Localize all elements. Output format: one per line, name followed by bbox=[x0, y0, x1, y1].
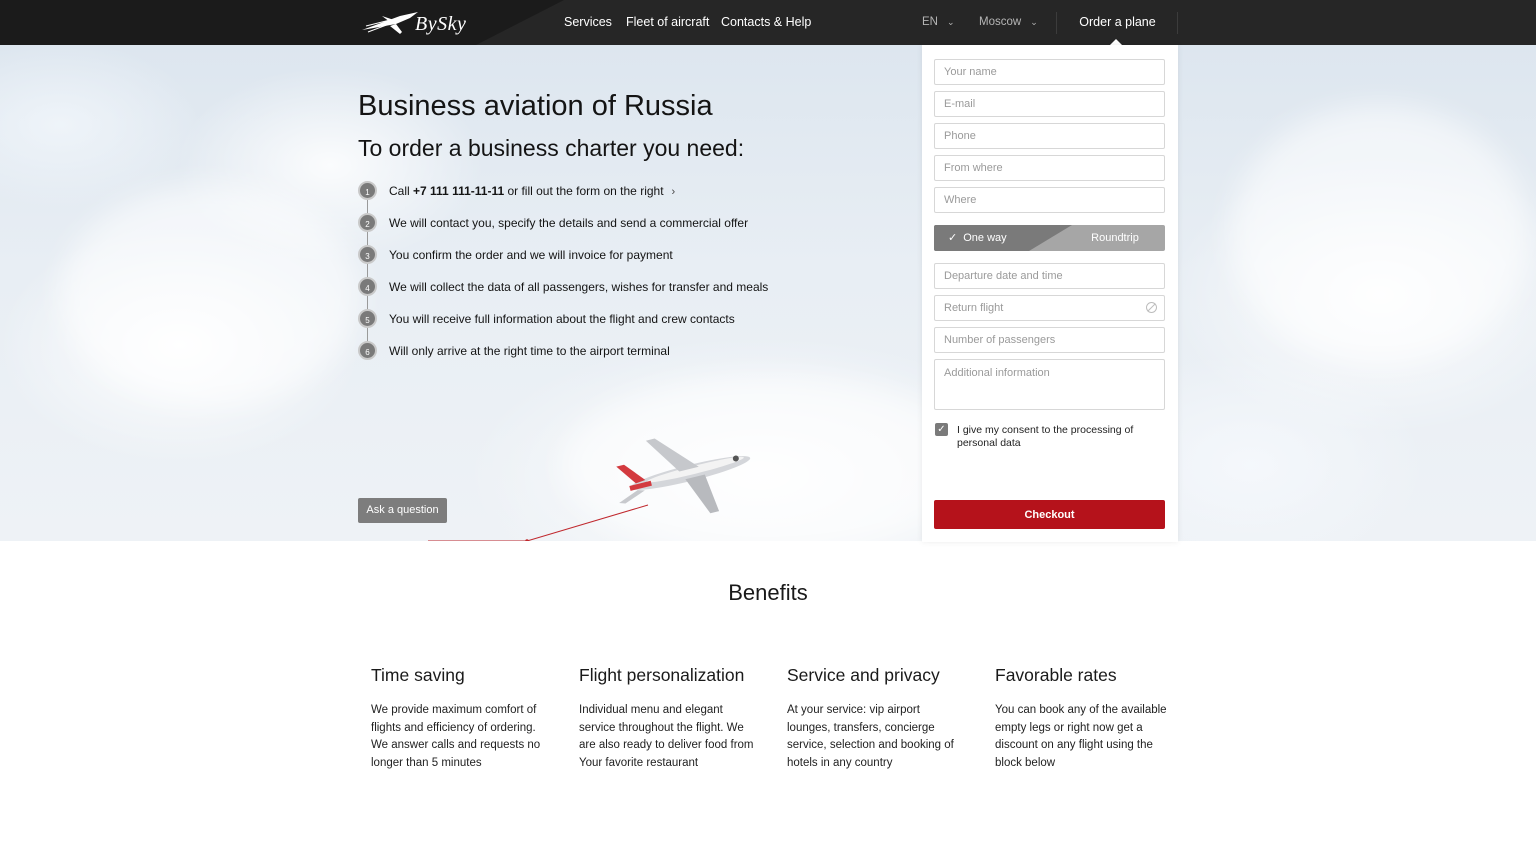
step-text: Call +7 111 111-11-11 or fill out the fo… bbox=[389, 184, 676, 198]
step-number: 5 bbox=[358, 309, 377, 328]
hero-section: Business aviation of Russia To order a b… bbox=[0, 45, 1536, 541]
language-value: EN bbox=[922, 16, 938, 28]
step-text: We will collect the data of all passenge… bbox=[389, 280, 769, 294]
logo[interactable]: BySky bbox=[360, 8, 470, 38]
disabled-icon[interactable] bbox=[1146, 302, 1157, 313]
chevron-down-icon: ⌄ bbox=[946, 17, 955, 27]
name-field[interactable] bbox=[934, 59, 1165, 85]
check-icon: ✓ bbox=[948, 232, 958, 244]
consent-checkbox[interactable]: ✓ bbox=[935, 423, 948, 436]
step-text: You will receive full information about … bbox=[389, 312, 735, 326]
step-text: We will contact you, specify the details… bbox=[389, 216, 749, 230]
benefit-title: Time saving bbox=[371, 665, 465, 685]
step-number: 3 bbox=[358, 245, 377, 264]
divider bbox=[1056, 12, 1057, 34]
departure-date-field[interactable] bbox=[934, 263, 1165, 289]
additional-info-field[interactable] bbox=[934, 359, 1165, 410]
benefit-title: Favorable rates bbox=[995, 665, 1117, 685]
step-text: You confirm the order and we will invoic… bbox=[389, 248, 673, 262]
benefit-text: At your service: vip airport lounges, tr… bbox=[787, 704, 954, 769]
benefits-heading: Benefits bbox=[728, 580, 808, 605]
benefit-card: Favorable rates You can book any of the … bbox=[995, 665, 1170, 772]
from-where-field[interactable] bbox=[934, 155, 1165, 181]
passengers-field[interactable] bbox=[934, 327, 1165, 353]
chevron-right-icon: › bbox=[671, 186, 676, 198]
nav-services-link[interactable]: Services bbox=[564, 15, 612, 29]
benefit-text: We provide maximum comfort of flights an… bbox=[371, 704, 541, 769]
roundtrip-option[interactable]: Roundtrip bbox=[1065, 225, 1165, 251]
chevron-down-icon: ⌄ bbox=[1030, 17, 1038, 27]
page-title: Business aviation of Russia bbox=[358, 90, 713, 122]
logo-plate bbox=[0, 0, 564, 45]
cloud-decoration bbox=[60, 185, 360, 405]
email-field[interactable] bbox=[934, 91, 1165, 117]
ask-question-button[interactable]: Ask a question bbox=[358, 498, 447, 523]
benefit-card: Flight personalization Individual menu a… bbox=[579, 665, 754, 772]
cloud-decoration bbox=[1230, 105, 1530, 365]
check-icon: ✓ bbox=[937, 424, 946, 435]
trip-type-toggle: ✓ One way Roundtrip bbox=[934, 225, 1165, 251]
language-select[interactable]: EN ⌄ bbox=[922, 16, 955, 28]
one-way-option[interactable]: ✓ One way bbox=[934, 225, 1072, 251]
one-way-label: One way bbox=[963, 232, 1007, 244]
order-form-panel: ✓ One way Roundtrip ✓ I give my consent t… bbox=[922, 45, 1178, 542]
benefit-text: Individual menu and elegant service thro… bbox=[579, 704, 754, 769]
divider bbox=[1177, 12, 1178, 34]
nav-fleet-link[interactable]: Fleet of aircraft bbox=[626, 15, 709, 29]
to-where-field[interactable] bbox=[934, 187, 1165, 213]
consent-label: I give my consent to the processing of p… bbox=[957, 424, 1134, 449]
checkout-button[interactable]: Checkout bbox=[934, 500, 1165, 529]
phone-field[interactable] bbox=[934, 123, 1165, 149]
step-number: 2 bbox=[358, 213, 377, 232]
top-navigation-bar: BySky Services Fleet of aircraft Contact… bbox=[0, 0, 1536, 45]
benefit-text: You can book any of the available empty … bbox=[995, 704, 1167, 769]
step-number: 6 bbox=[358, 341, 377, 360]
benefit-title: Service and privacy bbox=[787, 665, 940, 685]
city-value: Moscow bbox=[979, 16, 1022, 28]
city-select[interactable]: Moscow ⌄ bbox=[979, 16, 1038, 28]
airplane-illustration bbox=[428, 438, 751, 541]
return-flight-field[interactable] bbox=[934, 295, 1165, 321]
benefit-card: Service and privacy At your service: vip… bbox=[787, 665, 962, 772]
nav-contacts-link[interactable]: Contacts & Help bbox=[721, 15, 811, 29]
phone-number-link[interactable]: +7 111 111-11-11 bbox=[413, 184, 504, 198]
benefit-title: Flight personalization bbox=[579, 665, 745, 685]
step-number: 1 bbox=[358, 181, 377, 200]
page-subtitle: To order a business charter you need: bbox=[358, 135, 745, 161]
benefit-card: Time saving We provide maximum comfort o… bbox=[371, 665, 546, 772]
step-text: Will only arrive at the right time to th… bbox=[389, 344, 670, 358]
step-number: 4 bbox=[358, 277, 377, 296]
logo-text: BySky bbox=[415, 13, 467, 35]
